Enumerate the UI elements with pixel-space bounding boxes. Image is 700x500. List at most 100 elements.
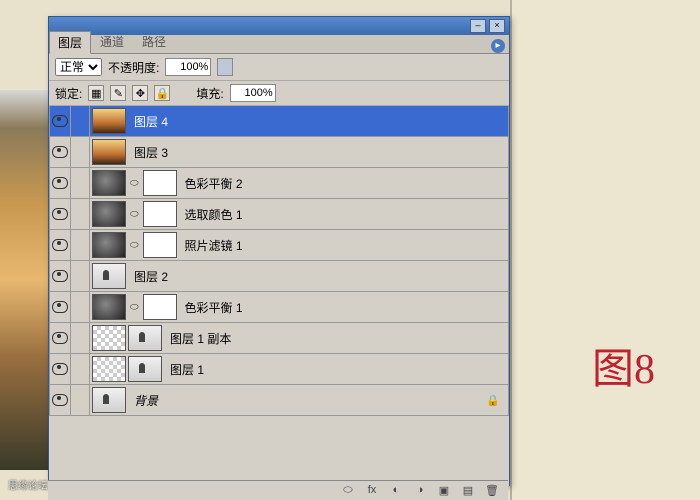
new-layer-icon[interactable]: ▤ [460, 484, 476, 498]
layer-row[interactable]: 图层 3 [49, 137, 509, 168]
link-well[interactable] [71, 323, 90, 353]
link-well[interactable] [71, 199, 90, 229]
layer-thumbnail[interactable] [92, 170, 126, 196]
fill-input[interactable] [230, 84, 276, 102]
layer-name[interactable]: 照片滤镜 1 [179, 237, 243, 254]
link-icon: ⬭ [128, 302, 141, 313]
lock-row: 锁定: ▦ ✎ ✥ 🔒 填充: [49, 81, 509, 106]
group-icon[interactable]: ▣ [436, 484, 452, 498]
layer-thumbnail[interactable] [92, 387, 126, 413]
layer-thumbnail[interactable] [92, 232, 126, 258]
layer-name[interactable]: 图层 1 副本 [164, 330, 231, 347]
trash-icon[interactable]: 🗑 [484, 484, 500, 498]
layer-thumbnail[interactable] [143, 294, 177, 320]
panel-footer: ⬭ fx ◐ ◑ ▣ ▤ 🗑 [48, 480, 508, 500]
visibility-toggle[interactable] [50, 385, 71, 415]
tab-channels[interactable]: 通道 [91, 30, 133, 53]
tab-layers[interactable]: 图层 [49, 31, 91, 54]
visibility-toggle[interactable] [50, 137, 71, 167]
opacity-label: 不透明度: [108, 59, 159, 76]
visibility-toggle[interactable] [50, 261, 71, 291]
close-icon[interactable]: × [489, 19, 505, 33]
link-well[interactable] [71, 137, 90, 167]
link-well[interactable] [71, 106, 90, 136]
mask-icon[interactable]: ◐ [388, 484, 404, 498]
layer-row[interactable]: ⬭ 色彩平衡 2 [49, 168, 509, 199]
adjustment-icon[interactable]: ◑ [412, 484, 428, 498]
eye-icon [52, 177, 68, 189]
eye-icon [52, 115, 68, 127]
eye-icon [52, 146, 68, 158]
layer-thumbnail[interactable] [143, 232, 177, 258]
lock-all-icon[interactable]: 🔒 [154, 85, 170, 101]
layer-thumbnail[interactable] [92, 325, 126, 351]
visibility-toggle[interactable] [50, 354, 71, 384]
figure-label: 图8 [592, 335, 655, 396]
tab-paths[interactable]: 路径 [133, 30, 175, 53]
eye-icon [52, 208, 68, 220]
layer-thumbnail[interactable] [128, 356, 162, 382]
layer-thumbnail[interactable] [143, 201, 177, 227]
link-well[interactable] [71, 292, 90, 322]
eye-icon [52, 270, 68, 282]
layer-thumbnail[interactable] [92, 294, 126, 320]
panel-menu-icon[interactable]: ▸ [491, 39, 505, 53]
layer-name[interactable]: 图层 2 [128, 268, 168, 285]
link-icon: ⬭ [128, 209, 141, 220]
layer-name[interactable]: 色彩平衡 1 [179, 299, 243, 316]
visibility-toggle[interactable] [50, 106, 71, 136]
eye-icon [52, 332, 68, 344]
blend-options-row: 正常 不透明度: [49, 54, 509, 81]
layer-row[interactable]: 图层 2 [49, 261, 509, 292]
lock-transparency-icon[interactable]: ▦ [88, 85, 104, 101]
link-well[interactable] [71, 261, 90, 291]
eye-icon [52, 363, 68, 375]
link-well[interactable] [71, 168, 90, 198]
layer-thumbnail[interactable] [143, 170, 177, 196]
visibility-toggle[interactable] [50, 168, 71, 198]
layer-thumbnail[interactable] [92, 263, 126, 289]
eye-icon [52, 301, 68, 313]
lock-label: 锁定: [55, 85, 82, 102]
link-well[interactable] [71, 385, 90, 415]
visibility-toggle[interactable] [50, 199, 71, 229]
link-well[interactable] [71, 230, 90, 260]
layer-list: 图层 4 图层 3 ⬭ 色彩平衡 2 ⬭ 选取颜色 1 ⬭ 照片滤镜 1 图层 2 ⬭ 色彩平衡 1… [49, 106, 509, 486]
blend-mode-select[interactable]: 正常 [55, 58, 102, 76]
visibility-toggle[interactable] [50, 230, 71, 260]
layer-thumbnail[interactable] [92, 356, 126, 382]
visibility-toggle[interactable] [50, 292, 71, 322]
layers-panel: – × 图层 通道 路径 ▸ 正常 不透明度: 锁定: ▦ ✎ ✥ 🔒 填充: … [48, 16, 510, 486]
layer-row[interactable]: ⬭ 照片滤镜 1 [49, 230, 509, 261]
layer-row[interactable]: ⬭ 选取颜色 1 [49, 199, 509, 230]
layer-thumbnail[interactable] [128, 325, 162, 351]
layer-row[interactable]: 背景🔒 [49, 385, 509, 416]
lock-paint-icon[interactable]: ✎ [110, 85, 126, 101]
layer-name[interactable]: 选取颜色 1 [179, 206, 243, 223]
layer-name[interactable]: 背景 [128, 392, 158, 409]
layer-thumbnail[interactable] [92, 108, 126, 134]
layer-name[interactable]: 色彩平衡 2 [179, 175, 243, 192]
opacity-input[interactable] [165, 58, 211, 76]
layer-row[interactable]: 图层 1 副本 [49, 323, 509, 354]
minimize-icon[interactable]: – [470, 19, 486, 33]
layer-row[interactable]: ⬭ 色彩平衡 1 [49, 292, 509, 323]
eye-icon [52, 239, 68, 251]
layer-name[interactable]: 图层 4 [128, 113, 168, 130]
link-icon: ⬭ [128, 178, 141, 189]
link-icon[interactable]: ⬭ [340, 484, 356, 498]
visibility-toggle[interactable] [50, 323, 71, 353]
fill-label: 填充: [196, 85, 223, 102]
eye-icon [52, 394, 68, 406]
layer-name[interactable]: 图层 3 [128, 144, 168, 161]
layer-row[interactable]: 图层 1 [49, 354, 509, 385]
fx-icon[interactable]: fx [364, 484, 380, 498]
lock-position-icon[interactable]: ✥ [132, 85, 148, 101]
layer-thumbnail[interactable] [92, 139, 126, 165]
opacity-spinner[interactable] [217, 58, 233, 76]
layer-name[interactable]: 图层 1 [164, 361, 204, 378]
link-icon: ⬭ [128, 240, 141, 251]
layer-row[interactable]: 图层 4 [49, 106, 509, 137]
link-well[interactable] [71, 354, 90, 384]
layer-thumbnail[interactable] [92, 201, 126, 227]
